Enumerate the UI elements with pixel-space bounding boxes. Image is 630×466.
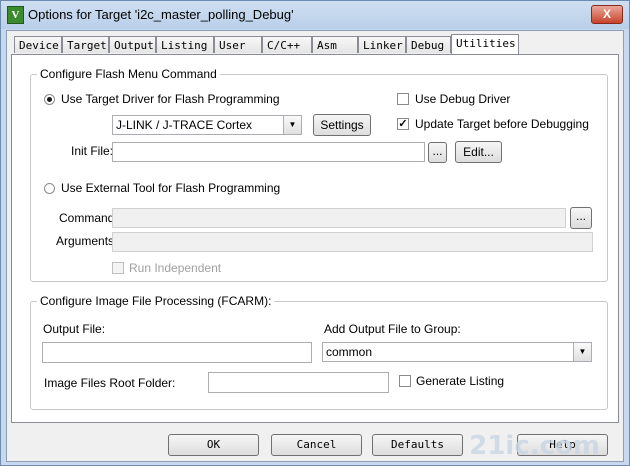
uvision-app-icon: V [7, 6, 24, 24]
generate-listing-label: Generate Listing [416, 374, 505, 388]
close-icon: X [602, 7, 611, 21]
dialog-client: Device Target Output Listing User C/C++ … [6, 30, 624, 462]
use-debug-driver-checkbox[interactable] [397, 93, 409, 105]
tab-utilities[interactable]: Utilities [451, 34, 519, 54]
tab-user[interactable]: User [214, 36, 262, 53]
flash-menu-group: Configure Flash Menu Command Use Target … [30, 67, 608, 282]
tab-target[interactable]: Target [62, 36, 109, 53]
output-group-value: common [326, 345, 373, 359]
image-file-group: Configure Image File Processing (FCARM):… [30, 294, 608, 410]
options-dialog: V Options for Target 'i2c_master_polling… [0, 0, 630, 466]
chevron-down-icon[interactable]: ▼ [283, 116, 301, 134]
chevron-down-icon[interactable]: ▼ [573, 343, 591, 361]
use-external-tool-label: Use External Tool for Flash Programming [61, 181, 281, 195]
tab-device[interactable]: Device [14, 36, 62, 53]
cancel-button[interactable]: Cancel [271, 434, 362, 456]
tab-listing[interactable]: Listing [156, 36, 214, 53]
use-external-tool-radio[interactable] [44, 183, 55, 194]
arguments-input[interactable] [112, 232, 593, 252]
update-target-label: Update Target before Debugging [415, 117, 589, 131]
ok-button[interactable]: OK [168, 434, 259, 456]
root-folder-input[interactable] [208, 372, 389, 393]
init-file-label: Init File: [71, 144, 114, 158]
output-file-label: Output File: [43, 322, 106, 336]
utilities-panel: Configure Flash Menu Command Use Target … [11, 54, 619, 423]
flash-driver-value: J-LINK / J-TRACE Cortex [116, 118, 253, 132]
image-group-title: Configure Image File Processing (FCARM): [37, 294, 275, 308]
settings-button[interactable]: Settings [313, 114, 371, 136]
use-target-driver-radio[interactable] [44, 94, 55, 105]
command-input[interactable] [112, 208, 566, 228]
tab-c-cpp[interactable]: C/C++ [262, 36, 312, 53]
title-bar[interactable]: V Options for Target 'i2c_master_polling… [1, 1, 629, 29]
command-browse-button[interactable]: ... [570, 207, 592, 229]
output-group-select[interactable]: common ▼ [322, 342, 592, 362]
command-label: Command: [59, 211, 118, 225]
arguments-label: Arguments: [56, 234, 118, 248]
init-file-input[interactable] [112, 142, 425, 162]
tab-asm[interactable]: Asm [312, 36, 358, 53]
run-independent-label: Run Independent [129, 261, 222, 275]
output-file-input[interactable] [42, 342, 312, 363]
init-file-browse-button[interactable]: ... [428, 142, 447, 163]
use-target-driver-label: Use Target Driver for Flash Programming [61, 92, 280, 106]
update-target-checkbox[interactable]: ✓ [397, 118, 409, 130]
site-watermark: 21ic.com [469, 431, 600, 461]
edit-button[interactable]: Edit... [455, 141, 502, 163]
tab-linker[interactable]: Linker [358, 36, 406, 53]
add-output-group-label: Add Output File to Group: [324, 322, 461, 336]
use-debug-driver-label: Use Debug Driver [415, 92, 511, 106]
flash-group-title: Configure Flash Menu Command [37, 67, 220, 81]
defaults-button[interactable]: Defaults [372, 434, 463, 456]
tab-output[interactable]: Output [109, 36, 156, 53]
flash-driver-select[interactable]: J-LINK / J-TRACE Cortex ▼ [112, 115, 302, 135]
tab-debug[interactable]: Debug [406, 36, 451, 53]
checkmark-icon: ✓ [398, 118, 408, 130]
window-title: Options for Target 'i2c_master_polling_D… [28, 7, 294, 22]
root-folder-label: Image Files Root Folder: [44, 376, 176, 390]
generate-listing-checkbox[interactable] [399, 375, 411, 387]
run-independent-checkbox[interactable] [112, 262, 124, 274]
close-button[interactable]: X [591, 5, 623, 24]
